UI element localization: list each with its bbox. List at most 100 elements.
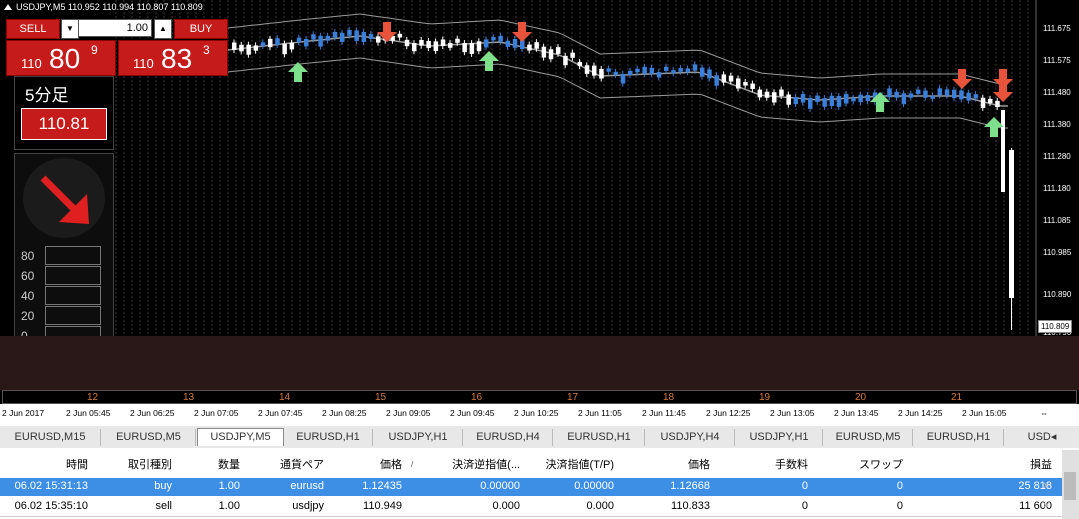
table-cell: 110.833: [671, 500, 710, 512]
column-header[interactable]: 決済指値(T/P): [520, 456, 614, 472]
sort-icon[interactable]: /: [411, 460, 413, 469]
candle-body: [685, 68, 691, 73]
candle-body: [296, 37, 302, 43]
table-cell: 11 600: [1019, 500, 1052, 512]
table-row[interactable]: 06.02 15:31:13 buy 1.00 eurusd 1.12435 0.0000…: [0, 478, 1062, 496]
candle-body: [599, 68, 604, 79]
tab-eurusd-h1[interactable]: EURUSD,H1: [914, 429, 1004, 446]
column-header[interactable]: 取引種別: [110, 456, 172, 472]
column-header[interactable]: 損益: [950, 456, 1052, 472]
sell-price-button[interactable]: 110 80 9: [6, 40, 116, 76]
table-row[interactable]: 06.02 15:35:10 sell 1.00 usdjpy 110.949 0.000…: [0, 498, 1062, 517]
chart-area[interactable]: USDJPY,M5 110.952 110.994 110.807 110.80…: [0, 0, 1079, 336]
column-header[interactable]: 通貨ペア: [260, 456, 324, 472]
lot-down-button[interactable]: ▼: [61, 19, 79, 39]
candle-body: [851, 97, 856, 102]
candle-body: [700, 67, 705, 77]
candle-body: [246, 44, 251, 55]
table-cell: buy: [154, 480, 172, 492]
buy-button[interactable]: BUY: [174, 19, 228, 39]
candle-body: [469, 43, 475, 54]
table-cell: 0: [801, 480, 808, 492]
table-cell: 0: [801, 500, 808, 512]
buy-signal-arrow-icon: [479, 51, 499, 71]
candle-body: [678, 68, 683, 72]
sell-button[interactable]: SELL: [6, 19, 60, 39]
candle-body: [916, 89, 921, 94]
column-header[interactable]: 数量: [200, 456, 240, 472]
candle-body: [988, 98, 993, 104]
candle-body: [563, 55, 568, 66]
candle-body: [455, 38, 460, 43]
column-header[interactable]: 時間: [40, 456, 88, 472]
bar-number-label: 21: [951, 392, 963, 403]
candle-body: [908, 93, 914, 98]
table-cell: 1.00: [218, 500, 240, 512]
sell-price-sup: 9: [91, 43, 98, 57]
candle-body: [930, 95, 935, 99]
tab-usdjpy-m5[interactable]: USDJPY,M5: [197, 428, 284, 446]
tab-eurusd-m5[interactable]: EURUSD,M5: [824, 429, 913, 446]
time-label: 2 Jun 11:45: [642, 408, 686, 418]
time-label: 2 Jun 09:05: [386, 408, 431, 418]
tab-usd-[interactable]: USD◂: [1005, 429, 1079, 446]
candle-body: [779, 89, 784, 96]
price-level-label: 111.480: [1043, 88, 1071, 97]
close-position-icon[interactable]: ×: [1043, 500, 1049, 512]
candle-body: [822, 98, 827, 107]
buy-price-button[interactable]: 110 83 3: [118, 40, 228, 76]
tab-usdjpy-h4[interactable]: USDJPY,H4: [646, 429, 735, 446]
tab-eurusd-h4[interactable]: EURUSD,H4: [464, 429, 553, 446]
candle-body: [347, 29, 352, 36]
time-axis: ⇔ 2 Jun 2017 2 Jun 05:45 2 Jun 06:25 2 Jun …: [0, 404, 1079, 426]
time-label: 2 Jun 06:25: [130, 408, 175, 418]
candle-body: [476, 41, 482, 52]
close-position-icon[interactable]: ×: [1043, 480, 1049, 492]
scroll-both-icon[interactable]: ⇔: [1040, 408, 1049, 418]
tab-usdjpy-h1[interactable]: USDJPY,H1: [736, 429, 823, 446]
candle-body: [707, 69, 712, 79]
table-cell: 1.00: [218, 480, 240, 492]
price-level-label: 110.985: [1043, 248, 1072, 257]
trend-signal: [23, 158, 105, 238]
sell-price-prefix: 110: [21, 56, 42, 71]
candle-body: [800, 94, 806, 103]
tab-usdjpy-h1[interactable]: USDJPY,H1: [374, 429, 463, 446]
chart-menu-triangle-icon[interactable]: [4, 4, 12, 10]
table-scrollbar[interactable]: [1062, 450, 1079, 519]
tab-eurusd-h1[interactable]: EURUSD,H1: [284, 429, 373, 446]
lot-size-input[interactable]: [78, 19, 152, 37]
table-cell: 0: [896, 480, 903, 492]
column-header[interactable]: 手数料: [760, 456, 808, 472]
price-level-label: 111.180: [1043, 184, 1071, 193]
buy-price-sup: 3: [203, 43, 210, 57]
lot-up-button[interactable]: ▲: [154, 19, 172, 39]
candle-body: [894, 91, 899, 98]
column-header[interactable]: 価格: [360, 456, 402, 472]
candle-body: [728, 75, 734, 82]
column-header[interactable]: 決済逆指値(...: [430, 456, 520, 472]
time-label: 2 Jun 08:25: [322, 408, 367, 418]
table-cell: 0: [896, 500, 903, 512]
bar-number-label: 16: [471, 392, 483, 403]
tab-eurusd-m5[interactable]: EURUSD,M5: [102, 429, 196, 446]
candle-body: [714, 75, 719, 86]
tab-eurusd-m15[interactable]: EURUSD,M15: [0, 429, 101, 446]
candle-body: [239, 44, 244, 52]
scroll-thumb[interactable]: [1064, 472, 1076, 500]
time-label: 2 Jun 13:05: [770, 408, 815, 418]
price-level-label: 111.675: [1043, 24, 1071, 33]
gauge-label: 20: [21, 309, 35, 323]
time-label: 2 Jun 10:25: [514, 408, 559, 418]
tab-eurusd-h1[interactable]: EURUSD,H1: [554, 429, 645, 446]
candle-body: [642, 66, 647, 74]
column-header[interactable]: スワップ: [820, 456, 903, 472]
column-header[interactable]: 価格: [650, 456, 710, 472]
candle-body: [937, 88, 943, 96]
gauge-label: 0: [21, 329, 28, 336]
chart-scroll-strip[interactable]: 12 13 14 15 16 17 18 19 20 21: [2, 390, 1077, 404]
table-cell: sell: [155, 500, 172, 512]
candle-body: [570, 52, 575, 58]
candle-body: [448, 42, 453, 48]
candle-body: [901, 93, 907, 105]
